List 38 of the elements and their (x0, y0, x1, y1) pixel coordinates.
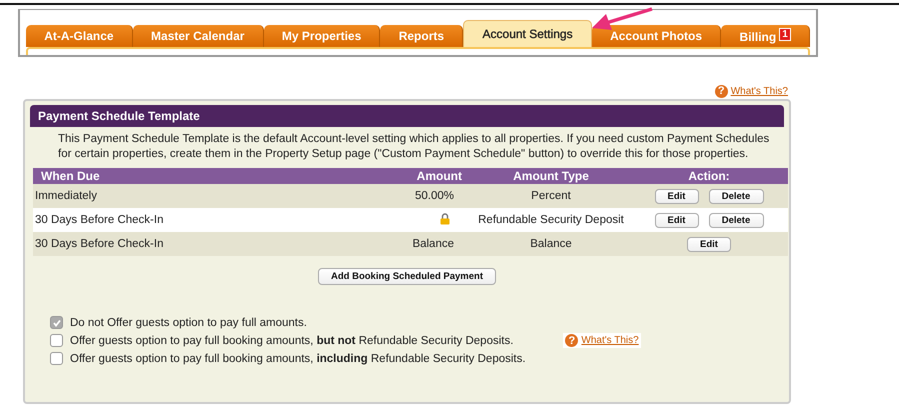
checkbox[interactable] (50, 334, 63, 347)
option-label: Offer guests option to pay full booking amounts, but not Refundable Security Deposits. (70, 334, 514, 346)
pointer-arrow (592, 6, 654, 32)
nav-tab[interactable]: Reports (380, 25, 464, 47)
add-payment-button[interactable]: Add Booking Scheduled Payment (318, 268, 496, 285)
row-action-button[interactable]: Edit (654, 212, 698, 228)
column-header: When Due (33, 168, 388, 184)
nav-tab[interactable]: Billing 1 (721, 25, 810, 47)
panel-title: Payment Schedule Template (30, 105, 784, 127)
nav-tab[interactable]: My Properties (264, 25, 380, 47)
nav-tab[interactable]: Account Settings (463, 20, 592, 47)
option-label: Do not Offer guests option to pay full amounts. (70, 316, 307, 328)
table-cell: 30 Days Before Check-In (33, 208, 388, 232)
nav-tab[interactable]: Account Photos (592, 25, 722, 47)
row-action-button[interactable]: Delete (708, 188, 764, 204)
row-action-button[interactable]: Edit (654, 188, 698, 204)
table-cell: 30 Days Before Check-In (33, 232, 388, 256)
description-text: This Payment Schedule Template is the default Account-level setting which applies to all properties. If you need custom Payment Schedules for certain properties, create them in the Property Setup page ("Custom Payment Schedule" button) to override this for those properties. (58, 132, 770, 162)
whats-this-link[interactable]: ? What's This? (712, 83, 790, 99)
notification-badge: 1 (779, 28, 791, 41)
checkbox[interactable] (50, 352, 63, 365)
column-header: Action: (630, 168, 788, 184)
row-action-button[interactable]: Delete (708, 212, 764, 228)
option-label: Offer guests option to pay full booking amounts, including Refundable Security Deposits. (70, 352, 526, 364)
help-icon: ? (565, 334, 578, 347)
help-icon: ? (714, 84, 728, 98)
column-header: Amount (388, 168, 472, 184)
nav-tab[interactable]: Master Calendar (132, 25, 264, 47)
nav-tab[interactable]: At-A-Glance (26, 25, 133, 47)
table-cell: 50.00% (414, 190, 454, 202)
table-cell: Immediately (33, 184, 388, 208)
table-cell: Refundable Security Deposit (478, 214, 624, 226)
whats-this-link[interactable]: ? What's This? (563, 333, 641, 348)
table-cell: Balance (412, 238, 454, 250)
row-action-button[interactable]: Edit (687, 236, 731, 252)
table-cell: Percent (531, 190, 571, 202)
table-cell: Balance (530, 238, 572, 250)
column-header: Amount Type (472, 168, 630, 184)
